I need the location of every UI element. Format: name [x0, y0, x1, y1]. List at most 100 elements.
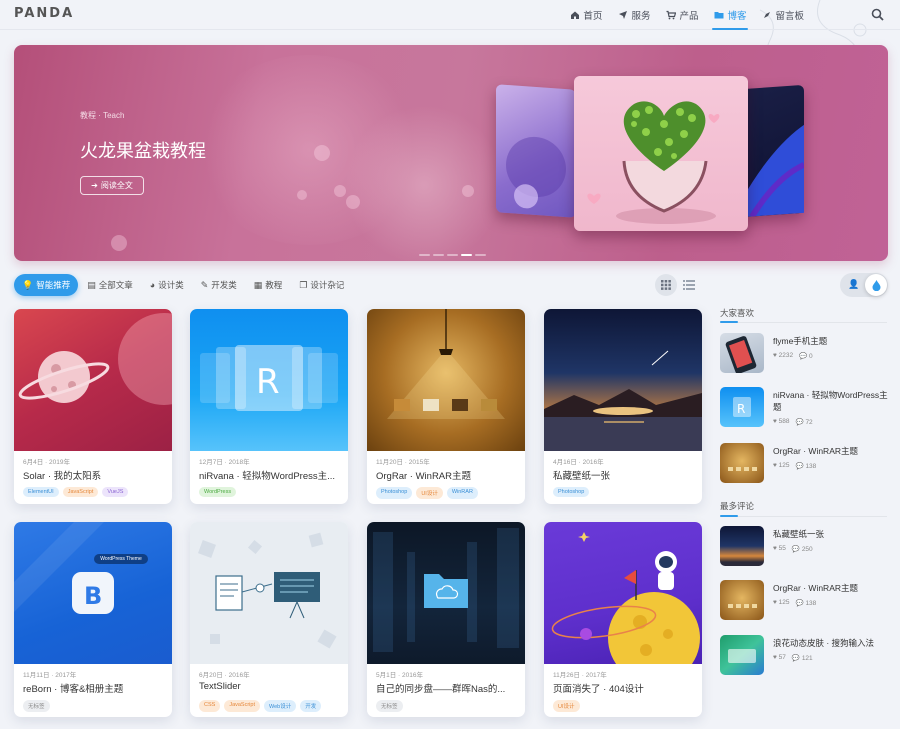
read-more-button[interactable]: ➔ 阅读全文	[80, 176, 144, 195]
card-thumbnail[interactable]: R	[190, 309, 348, 451]
item-meta: ♥ 125 💬 138	[773, 462, 816, 470]
item-title[interactable]: flyme手机主题	[773, 335, 888, 347]
article-card[interactable]: 11月26日 · 2017年 页面消失了 · 404设计 UI设计	[544, 522, 702, 717]
slide-preview-left[interactable]	[496, 84, 576, 218]
tab-design[interactable]: ◕ 设计类	[142, 274, 192, 296]
article-card[interactable]: 5月1日 · 2016年 自己的同步盘——群晖Nas的... 无标签	[367, 522, 525, 717]
card-thumbnail[interactable]	[544, 522, 702, 664]
tag[interactable]: VueJS	[102, 487, 129, 497]
card-title[interactable]: OrgRar · WinRAR主题	[376, 468, 518, 482]
item-title[interactable]: OrgRar · WinRAR主题	[773, 445, 888, 457]
popular-item[interactable]: flyme手机主题 ♥ 2232 💬 0	[720, 333, 888, 375]
nav-item-service[interactable]: 服务	[610, 0, 658, 30]
item-title[interactable]: OrgRar · WinRAR主题	[773, 582, 888, 594]
card-thumbnail[interactable]: B WordPress Theme	[14, 522, 172, 664]
card-title[interactable]: 私藏壁纸一张	[553, 468, 695, 482]
card-thumbnail[interactable]	[190, 522, 348, 664]
nav-item-home[interactable]: 首页	[562, 0, 610, 30]
card-tags: WordPress	[199, 487, 237, 497]
item-title[interactable]: niRvana · 轻拟物WordPress主题	[773, 389, 888, 413]
item-thumbnail[interactable]: R	[720, 387, 764, 427]
article-card[interactable]: 6月20日 · 2016年 TextSlider CSS JavaScript …	[190, 522, 348, 717]
slide-dot-active[interactable]	[461, 254, 472, 256]
tag[interactable]: Web设计	[264, 700, 297, 712]
grid-view-button[interactable]	[655, 274, 677, 296]
svg-text:R: R	[737, 402, 745, 416]
card-title[interactable]: TextSlider	[199, 681, 341, 692]
card-thumbnail[interactable]	[367, 309, 525, 451]
card-date: 6月20日 · 2016年	[199, 672, 250, 679]
slide-dot[interactable]	[447, 254, 458, 256]
nav-item-guestbook[interactable]: 留言板	[754, 0, 812, 30]
tag[interactable]: 无标签	[376, 700, 403, 712]
nav-item-blog[interactable]: 博客	[706, 0, 754, 30]
item-title[interactable]: 浪花动态皮肤 · 搜狗输入法	[773, 637, 888, 649]
item-thumbnail[interactable]	[720, 580, 764, 620]
tab-all-articles[interactable]: ▤ 全部文章	[79, 274, 141, 296]
toggle-knob	[865, 274, 887, 296]
popular-item[interactable]: R niRvana · 轻拟物WordPress主题 ♥ 588 💬 72	[720, 387, 888, 429]
banner-title[interactable]: 火龙果盆栽教程	[80, 137, 206, 163]
item-thumbnail[interactable]	[720, 443, 764, 483]
card-thumbnail[interactable]	[14, 309, 172, 451]
tag[interactable]: 无标签	[23, 700, 50, 712]
article-card[interactable]: 6月4日 · 2019年 Solar · 我的太阳系 ElementUI Jav…	[14, 309, 172, 504]
tab-design-notes[interactable]: ❐ 设计杂记	[291, 274, 352, 296]
popular-item[interactable]: OrgRar · WinRAR主题 ♥ 125 💬 138	[720, 443, 888, 485]
item-meta: ♥ 2232 💬 0	[773, 352, 813, 360]
hero-banner[interactable]: 教程 · Teach 火龙果盆栽教程 ➔ 阅读全文	[14, 45, 888, 261]
article-card[interactable]: 11月20日 · 2015年 OrgRar · WinRAR主题 Photosh…	[367, 309, 525, 504]
slide-dot[interactable]	[433, 254, 444, 256]
tag[interactable]: UI设计	[553, 700, 580, 712]
card-title[interactable]: 自己的同步盘——群晖Nas的...	[376, 681, 518, 695]
tag[interactable]: CSS	[199, 700, 221, 712]
card-thumbnail[interactable]	[544, 309, 702, 451]
tag[interactable]: WordPress	[199, 487, 237, 497]
slide-dot[interactable]	[475, 254, 486, 256]
arrow-right-icon: ➔	[91, 181, 98, 190]
top-header: PANDA 首页 服务 产品 博客 留言板	[0, 0, 900, 30]
comment-item[interactable]: 私藏壁纸一张 ♥ 55 💬 250	[720, 526, 888, 568]
tag[interactable]: UI设计	[416, 487, 443, 499]
article-card[interactable]: 4月16日 · 2016年 私藏壁纸一张 Photoshop	[544, 309, 702, 504]
lamp-thumb-image	[728, 467, 757, 471]
item-thumbnail[interactable]	[720, 635, 764, 675]
tag[interactable]: JavaScript	[224, 700, 260, 712]
tag[interactable]: Photoshop	[376, 487, 413, 499]
card-title[interactable]: niRvana · 轻拟物WordPress主...	[199, 468, 341, 482]
main-nav: 首页 服务 产品 博客 留言板	[562, 0, 812, 30]
card-title[interactable]: reBorn · 博客&相册主题	[23, 681, 165, 695]
article-card[interactable]: B WordPress Theme 11月11日 · 2017年 reBorn …	[14, 522, 172, 717]
tab-recommended[interactable]: 💡 智能推荐	[14, 274, 79, 296]
slide-current[interactable]	[574, 76, 748, 231]
item-thumbnail[interactable]	[720, 526, 764, 566]
comment-item[interactable]: 浪花动态皮肤 · 搜狗输入法 ♥ 57 💬 121	[720, 635, 888, 677]
theme-toggle[interactable]: 👤	[840, 273, 888, 297]
tag[interactable]: Photoshop	[553, 487, 590, 497]
tab-development[interactable]: ✎ 开发类	[193, 274, 245, 296]
tag[interactable]: ElementUI	[23, 487, 59, 497]
card-title[interactable]: 页面消失了 · 404设计	[553, 681, 695, 695]
card-title[interactable]: Solar · 我的太阳系	[23, 468, 165, 482]
tag[interactable]: JavaScript	[62, 487, 99, 497]
article-card[interactable]: R 12月7日 · 2018年 niRvana · 轻拟物WordPress主.…	[190, 309, 348, 504]
item-thumbnail[interactable]	[720, 333, 764, 373]
card-thumbnail[interactable]	[367, 522, 525, 664]
tag[interactable]: WinRAR	[446, 487, 478, 499]
slide-dot[interactable]	[419, 254, 430, 256]
tab-tutorial[interactable]: ▦ 教程	[246, 274, 291, 296]
card-date: 11月11日 · 2017年	[23, 672, 77, 679]
search-icon[interactable]	[871, 8, 884, 21]
tag[interactable]: 开发	[300, 700, 322, 712]
divider	[720, 322, 887, 323]
grid-icon	[661, 280, 671, 290]
item-title[interactable]: 私藏壁纸一张	[773, 528, 888, 540]
list-view-icon[interactable]	[683, 279, 695, 291]
nav-item-product[interactable]: 产品	[658, 0, 706, 30]
banner-blur	[344, 105, 504, 261]
reborn-logo-image: B	[14, 522, 148, 614]
comments: 💬 121	[792, 654, 813, 662]
comment-item[interactable]: OrgRar · WinRAR主题 ♥ 125 💬 138	[720, 580, 888, 622]
site-logo[interactable]: PANDA	[14, 6, 74, 21]
slide-preview-right[interactable]	[742, 84, 806, 218]
